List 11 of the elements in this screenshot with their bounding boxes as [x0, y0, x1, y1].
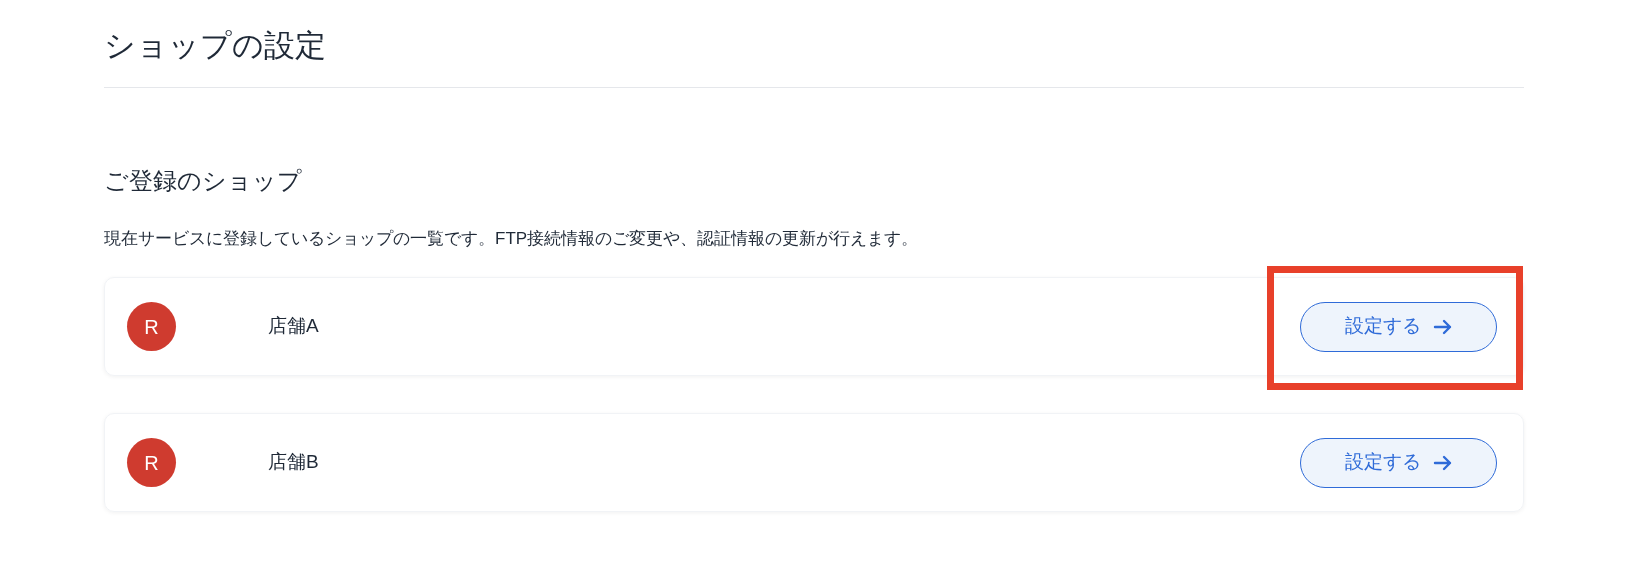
settings-button[interactable]: 設定する	[1300, 301, 1497, 352]
section-description: 現在サービスに登録しているショップの一覧です。FTP接続情報のご変更や、認証情報の更新が行えます。	[104, 228, 919, 250]
arrow-right-icon	[1432, 317, 1453, 336]
settings-button[interactable]: 設定する	[1300, 437, 1497, 488]
shop-name: 店舗A	[268, 314, 319, 339]
arrow-right-icon	[1432, 453, 1453, 472]
shop-name: 店舗B	[268, 450, 319, 475]
shop-avatar: R	[127, 302, 176, 351]
section-heading: ご登録のショップ	[104, 166, 302, 196]
page-title: ショップの設定	[104, 27, 326, 65]
shop-avatar: R	[127, 438, 176, 487]
